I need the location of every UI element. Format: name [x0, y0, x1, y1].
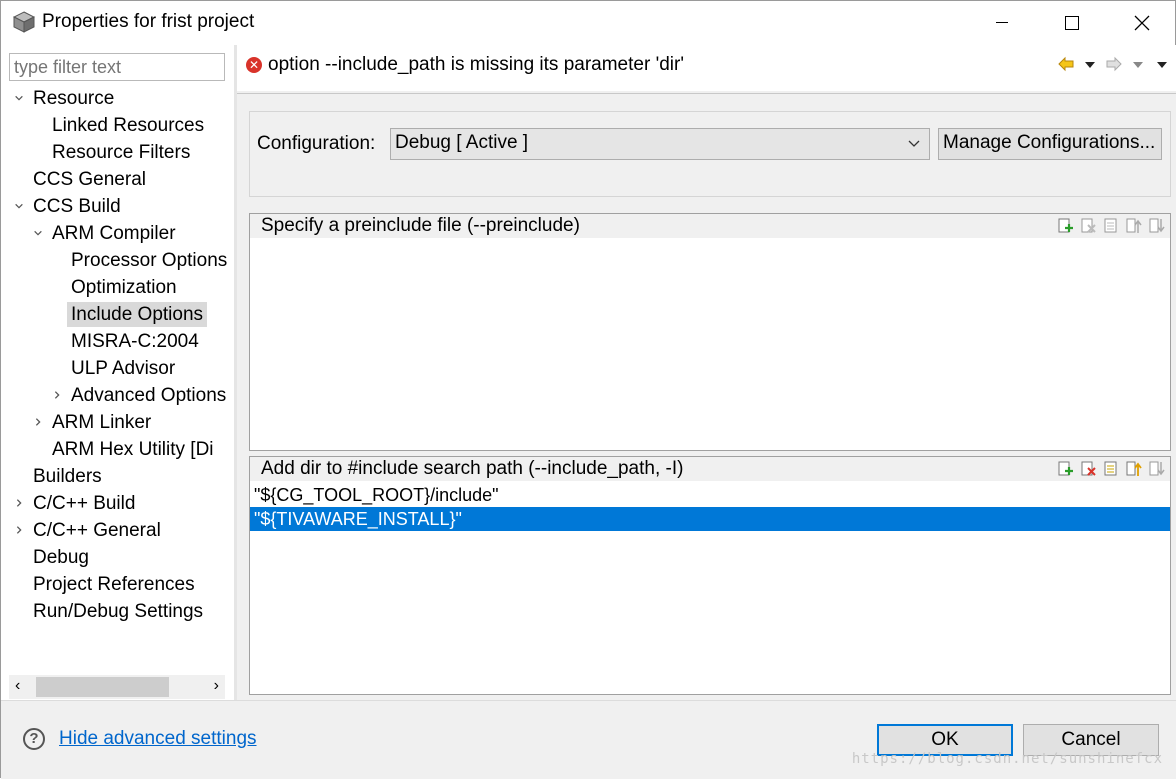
move-up-icon[interactable] — [1125, 460, 1143, 478]
left-navigation-panel: ResourceLinked ResourcesResource Filters… — [1, 45, 234, 700]
dialog-button-bar: ? Hide advanced settings OK Cancel https… — [1, 700, 1176, 779]
include-path-toolbar — [1056, 460, 1166, 478]
header-separator — [237, 93, 1176, 94]
add-icon[interactable] — [1056, 460, 1074, 478]
tree-item[interactable]: ARM Linker — [52, 410, 151, 435]
configuration-label: Configuration: — [257, 133, 376, 154]
tree-item[interactable]: Advanced Options — [71, 383, 226, 408]
hide-advanced-settings-link[interactable]: Hide advanced settings — [59, 728, 257, 750]
manage-configurations-button[interactable]: Manage Configurations... — [938, 128, 1162, 160]
scroll-right-icon[interactable]: › — [214, 677, 219, 695]
configuration-select[interactable]: Debug [ Active ] — [390, 128, 930, 160]
preinclude-header-label: Specify a preinclude file (--preinclude) — [261, 215, 580, 236]
title-bar: Properties for frist project — [1, 1, 1175, 45]
tree-item[interactable]: Linked Resources — [52, 113, 204, 138]
tree-item[interactable]: ULP Advisor — [71, 356, 175, 381]
chevron-down-icon[interactable] — [14, 201, 24, 211]
maximize-icon — [1065, 16, 1079, 30]
tree-item[interactable]: ARM Hex Utility [Di — [52, 437, 214, 462]
tree-item[interactable]: C/C++ General — [33, 518, 161, 543]
include-path-list-panel: Add dir to #include search path (--inclu… — [249, 456, 1171, 695]
page-nav — [1057, 55, 1171, 73]
edit-icon[interactable] — [1102, 460, 1120, 478]
tree-item[interactable]: Include Options — [67, 302, 208, 327]
scrollbar-thumb[interactable] — [36, 677, 169, 697]
chevron-right-icon[interactable] — [14, 498, 24, 508]
tree-item[interactable]: Resource — [33, 86, 114, 111]
add-icon[interactable] — [1056, 217, 1074, 235]
message-bar: ✕ option --include_path is missing its p… — [237, 45, 1176, 91]
scroll-left-icon[interactable]: ‹ — [15, 677, 20, 695]
back-arrow-icon[interactable] — [1057, 55, 1075, 73]
close-icon — [1134, 15, 1150, 31]
right-content-panel: ✕ option --include_path is missing its p… — [237, 45, 1176, 700]
tree-item[interactable]: MISRA-C:2004 — [71, 329, 199, 354]
tree-item[interactable]: ARM Compiler — [52, 221, 176, 246]
preinclude-toolbar — [1056, 217, 1166, 235]
minimize-icon — [996, 22, 1008, 23]
chevron-right-icon[interactable] — [52, 390, 62, 400]
delete-icon[interactable] — [1079, 460, 1097, 478]
tree-item[interactable]: Processor Options — [71, 248, 227, 273]
close-button[interactable] — [1107, 1, 1176, 45]
properties-dialog: Properties for frist project ResourceLin… — [0, 0, 1176, 779]
move-up-icon[interactable] — [1125, 217, 1143, 235]
chevron-down-icon[interactable] — [14, 93, 24, 103]
chevron-down-icon — [908, 140, 920, 147]
watermark: https://blog.csdn.net/sunshinefcx — [851, 751, 1163, 767]
chevron-right-icon[interactable] — [33, 417, 43, 427]
maximize-button[interactable] — [1037, 1, 1107, 45]
app-cube-icon — [13, 11, 35, 33]
view-menu-icon[interactable] — [1153, 55, 1171, 73]
preinclude-header: Specify a preinclude file (--preinclude) — [250, 214, 1170, 238]
tree-item[interactable]: Debug — [33, 545, 89, 570]
include-path-item-selected[interactable]: "${TIVAWARE_INSTALL}" — [250, 507, 1170, 531]
include-path-header: Add dir to #include search path (--inclu… — [250, 457, 1170, 481]
edit-icon[interactable] — [1102, 217, 1120, 235]
filter-input[interactable] — [9, 53, 225, 81]
chevron-right-icon[interactable] — [14, 525, 24, 535]
preinclude-list-panel: Specify a preinclude file (--preinclude) — [249, 213, 1171, 451]
error-message: option --include_path is missing its par… — [268, 54, 684, 75]
back-dropdown-icon[interactable] — [1081, 55, 1099, 73]
tree-item[interactable]: Resource Filters — [52, 140, 190, 165]
tree-horizontal-scrollbar[interactable]: ‹ › — [9, 675, 225, 699]
tree-item[interactable]: C/C++ Build — [33, 491, 135, 516]
property-tree: Resource Linked Resources Resource Filters… — [1, 85, 234, 670]
tree-item[interactable]: Builders — [33, 464, 102, 489]
error-icon: ✕ — [246, 57, 262, 73]
tree-item[interactable]: CCS General — [33, 167, 146, 192]
tree-item[interactable]: Project References — [33, 572, 195, 597]
tree-item[interactable]: Run/Debug Settings — [33, 599, 203, 624]
help-icon[interactable]: ? — [23, 728, 45, 750]
move-down-icon[interactable] — [1148, 460, 1166, 478]
chevron-down-icon[interactable] — [33, 228, 43, 238]
forward-arrow-icon[interactable] — [1105, 55, 1123, 73]
forward-dropdown-icon[interactable] — [1129, 55, 1147, 73]
window-title: Properties for frist project — [42, 11, 255, 32]
minimize-button[interactable] — [967, 1, 1037, 45]
configuration-value: Debug [ Active ] — [395, 132, 529, 153]
configuration-group: Configuration: Debug [ Active ] Manage C… — [249, 111, 1171, 197]
include-path-header-label: Add dir to #include search path (--inclu… — [261, 458, 684, 479]
delete-icon[interactable] — [1079, 217, 1097, 235]
tree-item[interactable]: Optimization — [71, 275, 177, 300]
include-path-item[interactable]: "${CG_TOOL_ROOT}/include" — [250, 483, 1170, 507]
move-down-icon[interactable] — [1148, 217, 1166, 235]
tree-item[interactable]: CCS Build — [33, 194, 121, 219]
